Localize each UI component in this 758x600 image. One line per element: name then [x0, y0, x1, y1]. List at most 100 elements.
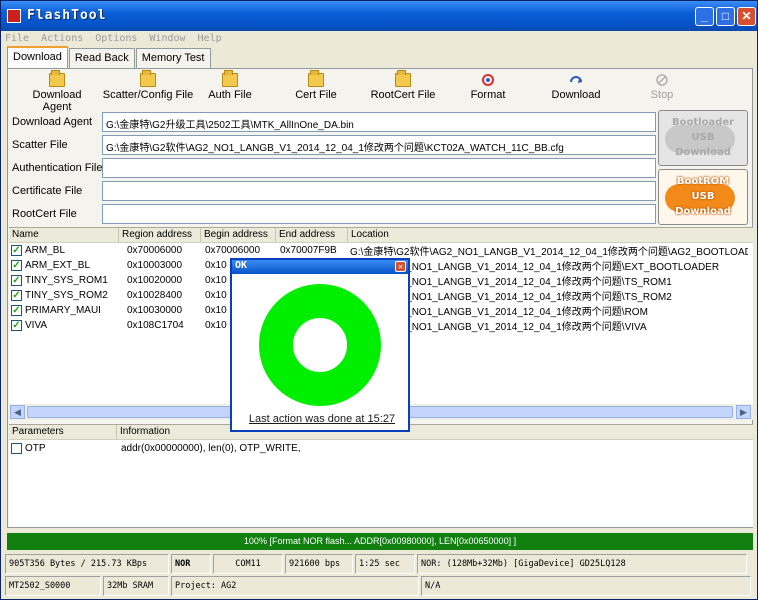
folder-icon — [49, 70, 65, 87]
cert-file-field[interactable] — [102, 181, 656, 201]
download-agent-button[interactable]: Download Agent — [18, 70, 96, 113]
status-project: Project: AG2 — [171, 576, 419, 596]
status-extra: N/A — [421, 576, 751, 596]
cert-file-label: Certificate File — [12, 185, 83, 197]
tool-label: Auth File — [208, 89, 252, 101]
button-line: Download — [675, 206, 731, 217]
bootrom-usb-download-button[interactable]: BootROM USB Download — [658, 169, 748, 225]
tab-download[interactable]: Download — [7, 46, 68, 68]
tab-read-back[interactable]: Read Back — [68, 48, 135, 68]
status-row-2: MT2502_S0000 32Mb SRAM Project: AG2 N/A — [5, 576, 753, 596]
col-information[interactable]: Information — [117, 425, 753, 439]
rootcert-file-field[interactable] — [102, 204, 656, 224]
scroll-left-icon[interactable]: ◀ — [10, 405, 25, 419]
button-line: USB — [691, 191, 715, 202]
checkbox[interactable]: ✓ — [11, 275, 22, 286]
button-line: Bootloader — [671, 117, 735, 128]
progress-bar: 100% [Format NOR flash... ADDR[0x0098000… — [7, 533, 753, 550]
rom-name-cell: ✓ PRIMARY_MAUI — [9, 305, 119, 316]
parameters-list: Parameters Information OTP addr(0x0000000… — [9, 424, 753, 527]
rom-name: TINY_SYS_ROM2 — [25, 290, 108, 301]
checkbox[interactable]: ✓ — [11, 305, 22, 316]
button-line: Download — [675, 147, 731, 158]
download-icon — [570, 76, 582, 83]
scatter-file-label: Scatter File — [12, 139, 68, 151]
close-button[interactable]: ✕ — [737, 7, 756, 26]
menu-bar: File Actions Options Window Help — [5, 31, 222, 47]
checkbox[interactable] — [11, 443, 22, 454]
rom-name-cell: ✓ TINY_SYS_ROM1 — [9, 275, 119, 286]
tool-label: Download Agent — [32, 89, 82, 113]
download-agent-field[interactable]: G:\金康特\G2升级工具\2502工具\MTK_AllInOne_DA.bin — [102, 112, 656, 132]
table-row[interactable]: ✓ ARM_BL 0x70006000 0x70006000 0x70007F9B G:\… — [9, 243, 753, 258]
cert-file-button[interactable]: Cert File — [286, 70, 346, 101]
rom-name: ARM_BL — [25, 245, 66, 256]
rom-name-cell: ✓ VIVA — [9, 320, 119, 331]
rom-name: TINY_SYS_ROM1 — [25, 275, 108, 286]
menu-file[interactable]: File — [5, 31, 29, 47]
rom-name-cell: ✓ ARM_EXT_BL — [9, 260, 119, 271]
region-address: 0x10028400 — [127, 290, 183, 301]
folder-icon — [222, 70, 238, 87]
status-sram: 32Mb SRAM — [103, 576, 169, 596]
region-address: 0x70006000 — [127, 245, 183, 256]
tool-label: Download — [551, 89, 601, 101]
scatter-file-field[interactable]: G:\金康特\G2软件\AG2_NO1_LANGB_V1_2014_12_04_… — [102, 135, 656, 155]
col-region[interactable]: Region address — [119, 228, 201, 242]
auth-file-field[interactable] — [102, 158, 656, 178]
region-address: 0x10003000 — [127, 260, 183, 271]
flashtool-window: FlashTool _ □ ✕ File Actions Options Win… — [0, 0, 758, 600]
success-ring-icon — [259, 284, 381, 406]
download-button[interactable]: Download — [548, 73, 604, 101]
menu-actions[interactable]: Actions — [41, 31, 83, 47]
checkbox[interactable]: ✓ — [11, 260, 22, 271]
table-row[interactable]: OTP addr(0x00000000), len(0), OTP_WRITE, — [9, 440, 753, 457]
folder-icon — [140, 70, 156, 87]
status-row-1: 905T356 Bytes / 215.73 KBps NOR COM11 92… — [5, 554, 749, 574]
maximize-button[interactable]: □ — [716, 7, 735, 26]
dialog-title-bar: OK ✕ — [232, 260, 408, 274]
dialog-message: Last action was done at 15:27 — [248, 413, 396, 425]
region-address: 0x10030000 — [127, 305, 183, 316]
col-location[interactable]: Location — [348, 228, 753, 242]
button-line: BootROM — [676, 176, 730, 187]
folder-icon — [308, 70, 324, 87]
tab-strip: Download Read Back Memory Test — [7, 46, 212, 68]
status-baud: 921600 bps — [285, 554, 353, 574]
status-flash-info: NOR: (128Mb+32Mb) [GigaDevice] GD25LQ128 — [417, 554, 747, 574]
auth-file-button[interactable]: Auth File — [200, 70, 260, 101]
param-rows: OTP addr(0x00000000), len(0), OTP_WRITE, — [9, 440, 753, 457]
col-end[interactable]: End address — [276, 228, 348, 242]
bootloader-usb-download-button[interactable]: Bootloader USB Download — [658, 110, 748, 166]
scroll-right-icon[interactable]: ▶ — [736, 405, 751, 419]
checkbox[interactable]: ✓ — [11, 320, 22, 331]
col-name[interactable]: Name — [9, 228, 119, 242]
rom-list-header: Name Region address Begin address End ad… — [9, 228, 753, 243]
menu-window[interactable]: Window — [149, 31, 185, 47]
auth-file-label: Authentication File — [12, 162, 103, 174]
stop-icon — [656, 74, 668, 86]
param-info: addr(0x00000000), len(0), OTP_WRITE, — [121, 443, 301, 454]
col-parameters[interactable]: Parameters — [9, 425, 117, 439]
stop-button[interactable]: Stop — [646, 73, 678, 101]
dialog-close-icon[interactable]: ✕ — [395, 261, 406, 272]
rootcert-file-button[interactable]: RootCert File — [368, 70, 438, 101]
menu-options[interactable]: Options — [95, 31, 137, 47]
menu-help[interactable]: Help — [198, 31, 222, 47]
minimize-button[interactable]: _ — [695, 7, 714, 26]
col-begin[interactable]: Begin address — [201, 228, 276, 242]
tool-label: Format — [470, 89, 506, 101]
ok-dialog: OK ✕ Last action was done at 15:27 — [230, 258, 410, 432]
scatter-config-button[interactable]: Scatter/Config File — [100, 70, 196, 101]
rom-name-cell: ✓ TINY_SYS_ROM2 — [9, 290, 119, 301]
checkbox[interactable]: ✓ — [11, 290, 22, 301]
format-button[interactable]: Format — [466, 73, 510, 101]
button-line: USB — [691, 132, 715, 143]
tool-label: RootCert File — [370, 89, 436, 101]
rom-name-cell: ✓ ARM_BL — [9, 245, 119, 256]
rom-name: PRIMARY_MAUI — [25, 305, 101, 316]
checkbox[interactable]: ✓ — [11, 245, 22, 256]
rom-name: VIVA — [25, 320, 48, 331]
dialog-title: OK — [235, 260, 248, 271]
tab-memory-test[interactable]: Memory Test — [135, 48, 211, 68]
